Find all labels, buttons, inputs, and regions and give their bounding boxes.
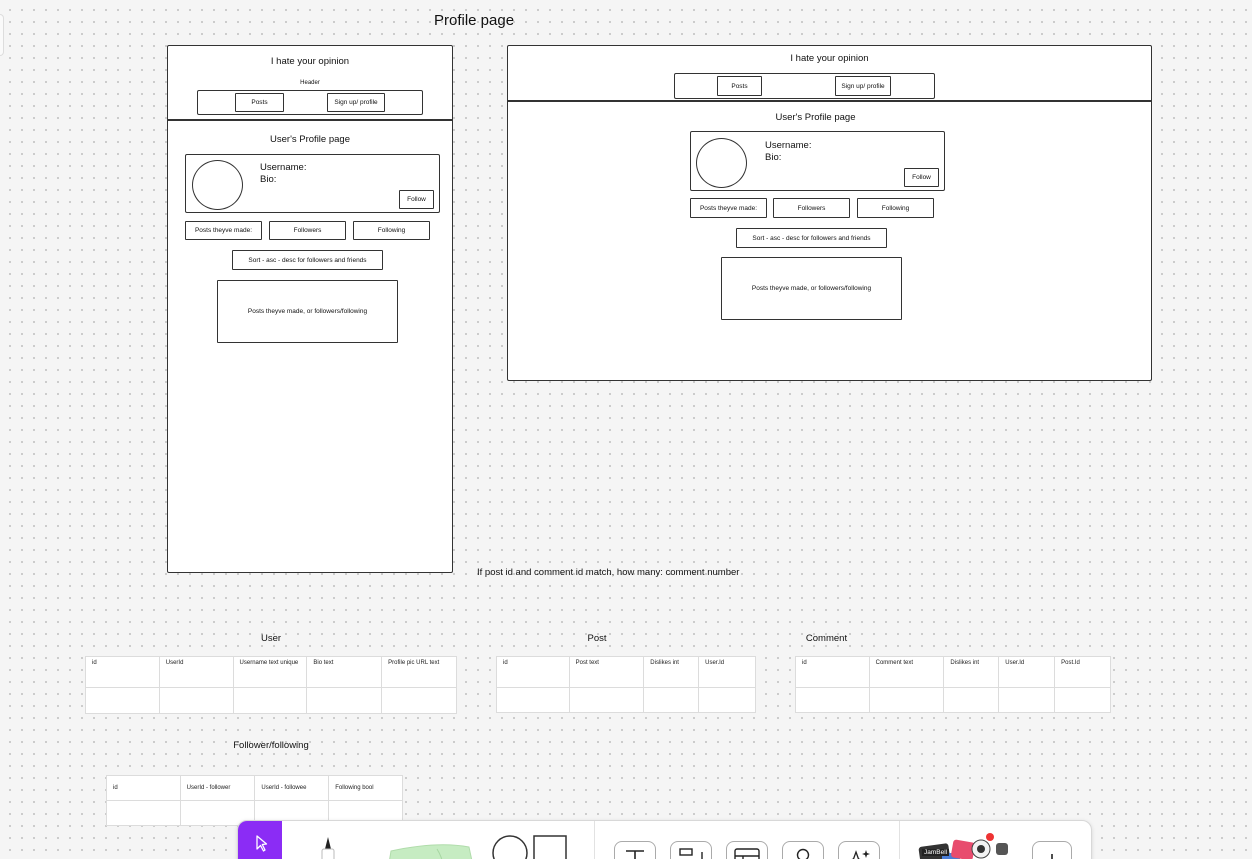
desktop-follow-button[interactable]: Follow [904,168,939,187]
comment-col-dislikes: Dislikes int [943,656,1000,688]
canvas-edge-handle [0,14,4,56]
desktop-profile-heading: User's Profile page [775,112,856,123]
post-col-text: Post text [568,656,645,688]
user-col-username: Username text unique [232,656,308,688]
desktop-header-divider [507,100,1152,102]
marker-icon[interactable] [316,833,340,859]
post-table[interactable]: id Post text Dislikes int User.Id [496,656,756,713]
desktop-sort-control[interactable]: Sort - asc - desc for followers and frie… [736,228,887,248]
user-table-title: User [260,633,282,644]
mobile-follow-button[interactable]: Follow [399,190,434,209]
shape-icon[interactable] [491,833,571,859]
mobile-username-label: Username: [260,162,307,173]
mobile-tab-following[interactable]: Following [353,221,430,240]
desktop-avatar [696,138,747,188]
mobile-posts-button[interactable]: Posts [235,93,284,112]
mobile-nav-bar [197,90,423,115]
user-table[interactable]: id UserId Username text unique Bio text … [85,656,457,714]
mobile-avatar [192,160,243,210]
text-icon[interactable] [614,841,656,859]
desktop-site-title: I hate your opinion [790,53,869,64]
user-col-id: id [85,656,160,688]
follow-col-follower: UserId - follower [179,775,256,801]
widgets-icon[interactable]: JamBell [918,831,1018,859]
user-col-bio: Bio text [306,656,383,688]
mobile-tab-followers[interactable]: Followers [269,221,346,240]
desktop-tab-posts[interactable]: Posts theyve made: [690,198,767,218]
desktop-posts-button[interactable]: Posts [717,76,762,96]
page-title: Profile page [434,12,515,29]
toolbar-divider [594,821,595,859]
sticky-note-icon[interactable] [377,835,477,859]
table-icon[interactable] [726,841,768,859]
follow-col-following: Following bool [328,775,403,801]
plus-icon[interactable] [1032,841,1072,859]
sparkle-icon[interactable] [838,841,880,859]
desktop-signup-button[interactable]: Sign up/ profile [835,76,891,96]
stamp-icon[interactable] [782,841,824,859]
user-col-profile-pic: Profile pic URL text [381,656,457,688]
mobile-site-title: I hate your opinion [270,56,350,67]
desktop-tab-followers[interactable]: Followers [773,198,850,218]
table-row [496,687,756,713]
cursor-icon[interactable] [238,821,282,859]
post-table-title: Post [587,633,607,644]
mobile-header-label: Header [300,80,320,86]
comment-table-title: Comment [805,633,848,644]
follow-table[interactable]: id UserId - follower UserId - followee F… [106,775,403,826]
mobile-header-divider [167,119,453,121]
bottom-toolbar: JamBell [237,820,1092,859]
comment-col-userid: User.Id [998,656,1056,688]
mobile-sort-control[interactable]: Sort - asc - desc for followers and frie… [232,250,383,270]
user-col-userid: UserId [158,656,234,688]
comment-col-id: id [795,656,870,688]
toolbar-divider [899,821,900,859]
canvas-note: If post id and comment id match, how man… [477,567,740,578]
collaborator-avatar: JamBell [922,849,950,856]
desktop-bio-label: Bio: [765,152,782,163]
desktop-content-area: Posts theyve made, or followers/followin… [721,257,902,320]
section-icon[interactable] [670,841,712,859]
post-col-userid: User.Id [698,656,756,688]
follow-col-followee: UserId - followee [254,775,330,801]
mobile-bio-label: Bio: [260,174,277,185]
desktop-nav-bar [674,73,935,99]
mobile-tab-posts[interactable]: Posts theyve made: [185,221,262,240]
comment-col-postid: Post.Id [1054,656,1111,688]
comment-col-text: Comment text [868,656,945,688]
desktop-username-label: Username: [765,140,812,151]
mobile-profile-heading: User's Profile page [270,134,350,145]
desktop-tab-following[interactable]: Following [857,198,934,218]
mobile-signup-button[interactable]: Sign up/ profile [327,93,385,112]
follow-col-id: id [106,775,181,801]
comment-table[interactable]: id Comment text Dislikes int User.Id Pos… [795,656,1111,713]
follow-table-title: Follower/following [233,740,309,751]
table-row [795,687,1111,713]
post-col-id: id [496,656,570,688]
post-col-dislikes: Dislikes int [643,656,700,688]
mobile-content-area: Posts theyve made, or followers/followin… [217,280,398,343]
table-row [85,687,457,714]
